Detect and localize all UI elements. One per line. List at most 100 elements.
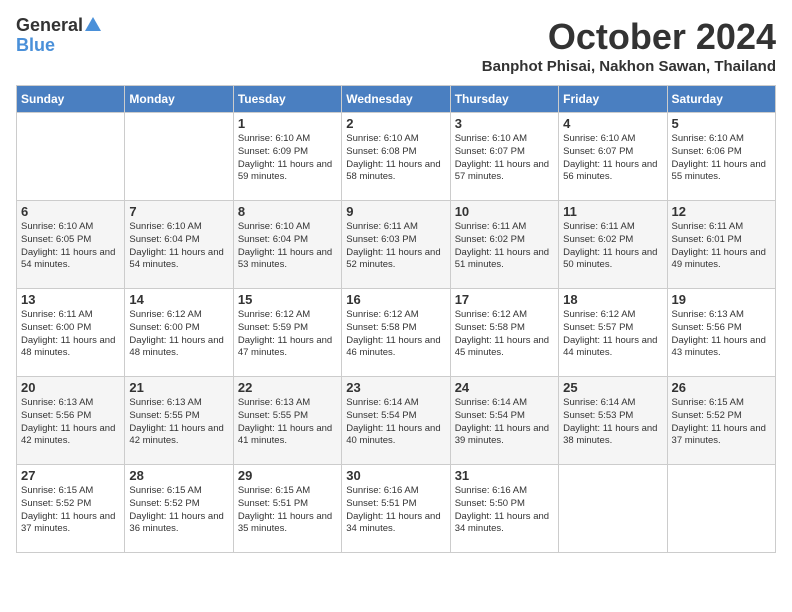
day-number: 31 bbox=[455, 468, 554, 483]
day-number: 18 bbox=[563, 292, 662, 307]
cell-content: Sunrise: 6:12 AM Sunset: 5:57 PM Dayligh… bbox=[563, 309, 662, 360]
day-number: 23 bbox=[346, 380, 445, 395]
day-number: 10 bbox=[455, 204, 554, 219]
day-number: 3 bbox=[455, 116, 554, 131]
calendar-cell: 17 Sunrise: 6:12 AM Sunset: 5:58 PM Dayli… bbox=[450, 289, 558, 377]
day-number: 7 bbox=[129, 204, 228, 219]
day-number: 25 bbox=[563, 380, 662, 395]
day-number: 29 bbox=[238, 468, 337, 483]
cell-content: Sunrise: 6:10 AM Sunset: 6:06 PM Dayligh… bbox=[672, 133, 771, 184]
day-number: 11 bbox=[563, 204, 662, 219]
cell-content: Sunrise: 6:11 AM Sunset: 6:01 PM Dayligh… bbox=[672, 221, 771, 272]
logo-general-text: General bbox=[16, 16, 83, 36]
calendar-cell: 14 Sunrise: 6:12 AM Sunset: 6:00 PM Dayli… bbox=[125, 289, 233, 377]
calendar-cell: 5 Sunrise: 6:10 AM Sunset: 6:06 PM Daylig… bbox=[667, 113, 775, 201]
day-header-wednesday: Wednesday bbox=[342, 86, 450, 113]
day-number: 27 bbox=[21, 468, 120, 483]
day-number: 22 bbox=[238, 380, 337, 395]
calendar-cell: 20 Sunrise: 6:13 AM Sunset: 5:56 PM Dayli… bbox=[17, 377, 125, 465]
day-number: 19 bbox=[672, 292, 771, 307]
day-header-monday: Monday bbox=[125, 86, 233, 113]
calendar-cell: 19 Sunrise: 6:13 AM Sunset: 5:56 PM Dayli… bbox=[667, 289, 775, 377]
calendar-cell: 8Sunrise: 6:10 AM Sunset: 6:04 PM Daylig… bbox=[233, 201, 341, 289]
week-row-3: 13 Sunrise: 6:11 AM Sunset: 6:00 PM Dayli… bbox=[17, 289, 776, 377]
day-number: 30 bbox=[346, 468, 445, 483]
calendar-cell: 4 Sunrise: 6:10 AM Sunset: 6:07 PM Daylig… bbox=[559, 113, 667, 201]
calendar-cell: 29 Sunrise: 6:15 AM Sunset: 5:51 PM Dayli… bbox=[233, 465, 341, 553]
day-header-saturday: Saturday bbox=[667, 86, 775, 113]
cell-content: Sunrise: 6:15 AM Sunset: 5:52 PM Dayligh… bbox=[21, 485, 120, 536]
cell-content: Sunrise: 6:14 AM Sunset: 5:54 PM Dayligh… bbox=[455, 397, 554, 448]
location: Banphot Phisai, Nakhon Sawan, Thailand bbox=[482, 58, 776, 75]
cell-content: Sunrise: 6:12 AM Sunset: 5:58 PM Dayligh… bbox=[455, 309, 554, 360]
day-header-friday: Friday bbox=[559, 86, 667, 113]
cell-content: Sunrise: 6:11 AM Sunset: 6:03 PM Dayligh… bbox=[346, 221, 445, 272]
week-row-1: 1 Sunrise: 6:10 AM Sunset: 6:09 PM Daylig… bbox=[17, 113, 776, 201]
calendar-cell: 31 Sunrise: 6:16 AM Sunset: 5:50 PM Dayli… bbox=[450, 465, 558, 553]
day-number: 14 bbox=[129, 292, 228, 307]
calendar-cell: 12Sunrise: 6:11 AM Sunset: 6:01 PM Dayli… bbox=[667, 201, 775, 289]
calendar-cell: 6 Sunrise: 6:10 AM Sunset: 6:05 PM Daylig… bbox=[17, 201, 125, 289]
week-row-4: 20 Sunrise: 6:13 AM Sunset: 5:56 PM Dayli… bbox=[17, 377, 776, 465]
day-number: 9 bbox=[346, 204, 445, 219]
calendar-cell bbox=[125, 113, 233, 201]
calendar-cell: 23 Sunrise: 6:14 AM Sunset: 5:54 PM Dayli… bbox=[342, 377, 450, 465]
calendar-cell: 24 Sunrise: 6:14 AM Sunset: 5:54 PM Dayli… bbox=[450, 377, 558, 465]
cell-content: Sunrise: 6:12 AM Sunset: 5:59 PM Dayligh… bbox=[238, 309, 337, 360]
week-row-2: 6 Sunrise: 6:10 AM Sunset: 6:05 PM Daylig… bbox=[17, 201, 776, 289]
calendar-cell bbox=[559, 465, 667, 553]
calendar-cell: 13 Sunrise: 6:11 AM Sunset: 6:00 PM Dayli… bbox=[17, 289, 125, 377]
day-number: 20 bbox=[21, 380, 120, 395]
day-number: 24 bbox=[455, 380, 554, 395]
day-number: 13 bbox=[21, 292, 120, 307]
cell-content: Sunrise: 6:15 AM Sunset: 5:51 PM Dayligh… bbox=[238, 485, 337, 536]
calendar-cell: 7Sunrise: 6:10 AM Sunset: 6:04 PM Daylig… bbox=[125, 201, 233, 289]
calendar-cell: 3Sunrise: 6:10 AM Sunset: 6:07 PM Daylig… bbox=[450, 113, 558, 201]
day-number: 8 bbox=[238, 204, 337, 219]
calendar-cell: 27 Sunrise: 6:15 AM Sunset: 5:52 PM Dayli… bbox=[17, 465, 125, 553]
calendar-cell: 21 Sunrise: 6:13 AM Sunset: 5:55 PM Dayli… bbox=[125, 377, 233, 465]
cell-content: Sunrise: 6:11 AM Sunset: 6:02 PM Dayligh… bbox=[563, 221, 662, 272]
cell-content: Sunrise: 6:15 AM Sunset: 5:52 PM Dayligh… bbox=[129, 485, 228, 536]
day-number: 15 bbox=[238, 292, 337, 307]
calendar-cell: 15 Sunrise: 6:12 AM Sunset: 5:59 PM Dayli… bbox=[233, 289, 341, 377]
day-number: 5 bbox=[672, 116, 771, 131]
logo: General Blue bbox=[16, 16, 101, 56]
cell-content: Sunrise: 6:16 AM Sunset: 5:51 PM Dayligh… bbox=[346, 485, 445, 536]
cell-content: Sunrise: 6:11 AM Sunset: 6:02 PM Dayligh… bbox=[455, 221, 554, 272]
calendar-table: SundayMondayTuesdayWednesdayThursdayFrid… bbox=[16, 85, 776, 553]
day-number: 4 bbox=[563, 116, 662, 131]
calendar-cell: 9 Sunrise: 6:11 AM Sunset: 6:03 PM Daylig… bbox=[342, 201, 450, 289]
day-number: 6 bbox=[21, 204, 120, 219]
calendar-cell: 1 Sunrise: 6:10 AM Sunset: 6:09 PM Daylig… bbox=[233, 113, 341, 201]
cell-content: Sunrise: 6:16 AM Sunset: 5:50 PM Dayligh… bbox=[455, 485, 554, 536]
cell-content: Sunrise: 6:13 AM Sunset: 5:55 PM Dayligh… bbox=[129, 397, 228, 448]
day-header-thursday: Thursday bbox=[450, 86, 558, 113]
calendar-cell bbox=[667, 465, 775, 553]
day-header-tuesday: Tuesday bbox=[233, 86, 341, 113]
calendar-cell: 2Sunrise: 6:10 AM Sunset: 6:08 PM Daylig… bbox=[342, 113, 450, 201]
calendar-cell bbox=[17, 113, 125, 201]
cell-content: Sunrise: 6:10 AM Sunset: 6:05 PM Dayligh… bbox=[21, 221, 120, 272]
day-number: 17 bbox=[455, 292, 554, 307]
calendar-cell: 30 Sunrise: 6:16 AM Sunset: 5:51 PM Dayli… bbox=[342, 465, 450, 553]
page-header: General Blue October 2024 Banphot Phisai… bbox=[16, 16, 776, 75]
calendar-cell: 10 Sunrise: 6:11 AM Sunset: 6:02 PM Dayli… bbox=[450, 201, 558, 289]
day-number: 28 bbox=[129, 468, 228, 483]
day-number: 21 bbox=[129, 380, 228, 395]
cell-content: Sunrise: 6:13 AM Sunset: 5:56 PM Dayligh… bbox=[672, 309, 771, 360]
calendar-cell: 22Sunrise: 6:13 AM Sunset: 5:55 PM Dayli… bbox=[233, 377, 341, 465]
calendar-cell: 18 Sunrise: 6:12 AM Sunset: 5:57 PM Dayli… bbox=[559, 289, 667, 377]
cell-content: Sunrise: 6:11 AM Sunset: 6:00 PM Dayligh… bbox=[21, 309, 120, 360]
cell-content: Sunrise: 6:12 AM Sunset: 6:00 PM Dayligh… bbox=[129, 309, 228, 360]
title-block: October 2024 Banphot Phisai, Nakhon Sawa… bbox=[482, 16, 776, 75]
cell-content: Sunrise: 6:10 AM Sunset: 6:07 PM Dayligh… bbox=[563, 133, 662, 184]
day-number: 26 bbox=[672, 380, 771, 395]
day-number: 1 bbox=[238, 116, 337, 131]
cell-content: Sunrise: 6:10 AM Sunset: 6:08 PM Dayligh… bbox=[346, 133, 445, 184]
cell-content: Sunrise: 6:10 AM Sunset: 6:09 PM Dayligh… bbox=[238, 133, 337, 184]
week-row-5: 27 Sunrise: 6:15 AM Sunset: 5:52 PM Dayli… bbox=[17, 465, 776, 553]
calendar-cell: 26Sunrise: 6:15 AM Sunset: 5:52 PM Dayli… bbox=[667, 377, 775, 465]
cell-content: Sunrise: 6:13 AM Sunset: 5:56 PM Dayligh… bbox=[21, 397, 120, 448]
cell-content: Sunrise: 6:14 AM Sunset: 5:54 PM Dayligh… bbox=[346, 397, 445, 448]
